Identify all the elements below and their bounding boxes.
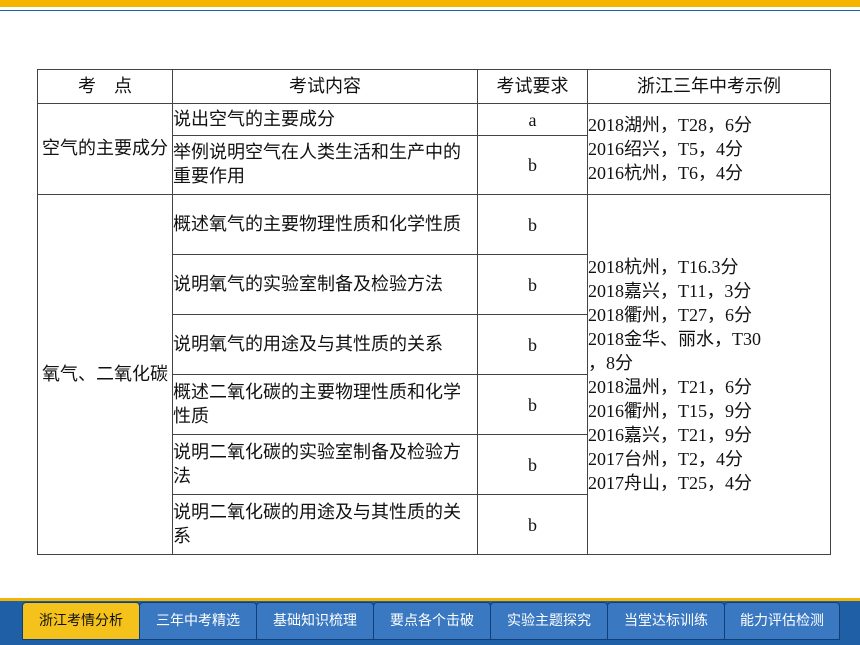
requirement-cell: b: [477, 494, 588, 555]
content-cell: 概述氧气的主要物理性质和化学性质: [172, 194, 478, 255]
header-content: 考试内容: [172, 69, 478, 104]
header-topic: 考 点: [37, 69, 173, 104]
content-cell: 举例说明空气在人类生活和生产中的重要作用: [172, 135, 478, 195]
example-line: 2017舟山，T25，4分: [588, 472, 752, 493]
example-line: ，8分: [588, 352, 633, 373]
examples-cell: 2018湖州，T28，6分 2016绍兴，T5，4分 2016杭州，T6，4分: [587, 103, 831, 195]
example-line: 2018温州，T21，6分: [588, 376, 752, 397]
example-line: 2018杭州，T16.3分: [588, 256, 739, 277]
content-cell: 说出空气的主要成分: [172, 103, 478, 136]
requirement-cell: b: [477, 434, 588, 495]
example-line: 2017台州，T2，4分: [588, 448, 743, 469]
tab-past-exams[interactable]: 三年中考精选: [139, 602, 257, 640]
requirement-cell: b: [477, 374, 588, 435]
content-cell: 说明二氧化碳的实验室制备及检验方法: [172, 434, 478, 495]
content-cell: 说明氧气的用途及与其性质的关系: [172, 314, 478, 375]
example-line: 2018湖州，T28，6分: [588, 115, 752, 135]
exam-table: 考 点 考试内容 考试要求 浙江三年中考示例 空气的主要成分 说出空气的主要成分…: [37, 69, 831, 555]
header-examples: 浙江三年中考示例: [587, 69, 831, 104]
requirement-cell: b: [477, 135, 588, 195]
table-row: 空气的主要成分 说出空气的主要成分 a 2018湖州，T28，6分 2016绍兴…: [37, 103, 831, 195]
topic-cell: 空气的主要成分: [37, 103, 173, 195]
example-line: 2016绍兴，T5，4分: [588, 139, 743, 159]
tab-key-points[interactable]: 要点各个击破: [373, 602, 491, 640]
content-cell: 说明二氧化碳的用途及与其性质的关系: [172, 494, 478, 555]
example-line: 2018嘉兴，T11，3分: [588, 280, 752, 301]
tab-basic-knowledge[interactable]: 基础知识梳理: [256, 602, 374, 640]
example-line: 2018衢州，T27，6分: [588, 304, 752, 325]
top-accent-bar: [0, 0, 860, 7]
requirement-cell: a: [477, 103, 588, 136]
nav-accent-strip: [0, 598, 860, 601]
content-cell: 概述二氧化碳的主要物理性质和化学性质: [172, 374, 478, 435]
tab-experiment[interactable]: 实验主题探究: [490, 602, 608, 640]
requirement-cell: b: [477, 314, 588, 375]
example-line: 2016衢州，T15，9分: [588, 400, 752, 421]
example-line: 2016嘉兴，T21，9分: [588, 424, 752, 445]
tab-exam-analysis[interactable]: 浙江考情分析: [22, 602, 140, 640]
content-cell: 说明氧气的实验室制备及检验方法: [172, 254, 478, 315]
header-requirement: 考试要求: [477, 69, 588, 104]
requirement-cell: b: [477, 194, 588, 255]
example-line: 2018金华、丽水，T30: [588, 328, 761, 349]
examples-cell: 2018杭州，T16.3分 2018嘉兴，T11，3分 2018衢州，T27，6…: [587, 194, 831, 555]
top-divider-line: [0, 10, 860, 11]
table-row: 氧气、二氧化碳 概述氧气的主要物理性质和化学性质 b 2018杭州，T16.3分…: [37, 194, 831, 555]
requirement-cell: b: [477, 254, 588, 315]
tab-in-class-practice[interactable]: 当堂达标训练: [607, 602, 725, 640]
table-header-row: 考 点 考试内容 考试要求 浙江三年中考示例: [37, 69, 831, 104]
tab-ability-assessment[interactable]: 能力评估检测: [724, 602, 840, 640]
topic-cell: 氧气、二氧化碳: [37, 194, 173, 555]
example-line: 2016杭州，T6，4分: [588, 163, 743, 183]
